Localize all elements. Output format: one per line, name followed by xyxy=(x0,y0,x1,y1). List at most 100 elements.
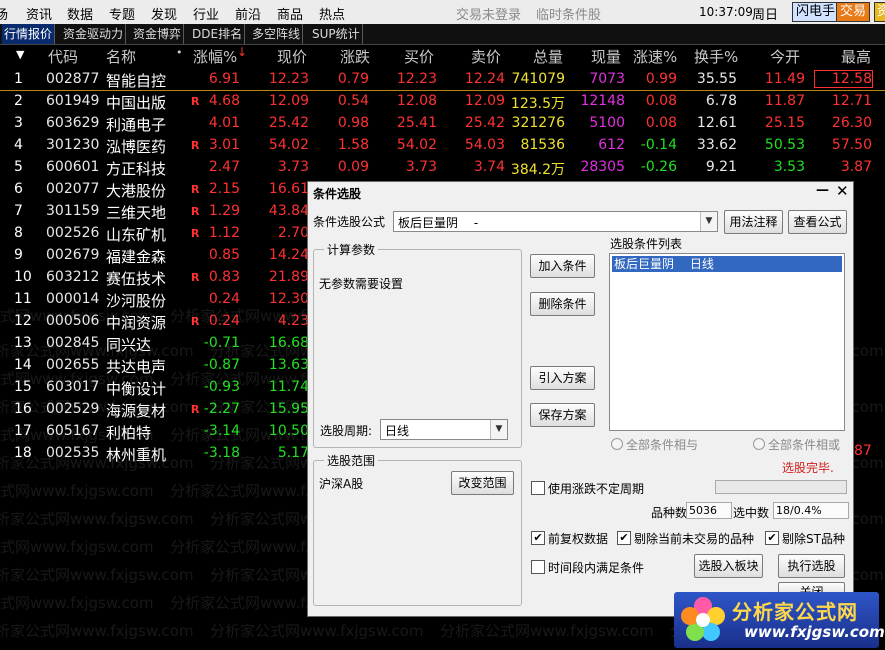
or-radio[interactable] xyxy=(753,438,765,450)
exclude-st-label[interactable]: 剔除ST品种 xyxy=(782,530,845,547)
stock-code: 002679 xyxy=(46,247,100,263)
top-menu-bar: 场 资讯 数据 专题 发现 行业 前沿 商品 热点 交易未登录 临时条件股 10… xyxy=(0,0,885,25)
chevron-down-icon[interactable]: ▼ xyxy=(700,212,717,231)
col-change[interactable]: 涨跌 xyxy=(340,46,370,67)
add-condition-button[interactable]: 加入条件 xyxy=(530,254,595,278)
col-cur-volume[interactable]: 现量 xyxy=(591,46,621,67)
stock-name: 中国出版 xyxy=(106,94,167,112)
selected-value: 18/0.4% xyxy=(773,502,849,519)
or-label[interactable]: 全部条件相或 xyxy=(768,436,840,453)
save-plan-button[interactable]: 保存方案 xyxy=(530,403,595,427)
stock-name: 方正科技 xyxy=(106,160,167,178)
delete-condition-button[interactable]: 删除条件 xyxy=(530,292,595,316)
exclude-st-checkbox[interactable]: ✔ xyxy=(765,531,779,545)
price: 21.89 xyxy=(268,269,309,285)
table-row[interactable]: 4 301230 泓博医药 R 3.01 54.02 1.58 54.02 54.03 81536… xyxy=(0,134,885,156)
menu-item-commodity[interactable]: 商品 xyxy=(277,4,303,23)
chevron-down-icon[interactable]: ▼ xyxy=(490,420,507,439)
open-price: 25.15 xyxy=(764,115,805,131)
col-ask[interactable]: 卖价 xyxy=(471,46,501,67)
menu-item-discover[interactable]: 发现 xyxy=(151,4,177,23)
price: 12.30 xyxy=(268,291,309,307)
run-selection-button[interactable]: 执行选股 xyxy=(778,554,845,578)
current-volume: 7073 xyxy=(589,71,625,87)
col-name[interactable]: 名称 xyxy=(106,46,136,67)
condition-list-label: 选股条件列表 xyxy=(610,237,683,251)
sort-triangle-icon[interactable]: ▼ xyxy=(16,48,24,61)
usage-notes-button[interactable]: 用法注释 xyxy=(724,210,783,234)
change-pct: 1.29 xyxy=(208,203,240,219)
stock-code: 600601 xyxy=(46,159,100,175)
col-bid[interactable]: 买价 xyxy=(404,46,434,67)
condition-list[interactable]: 板后巨量阴 日线 xyxy=(609,253,845,431)
temp-condition-link[interactable]: 临时条件股 xyxy=(536,4,601,23)
col-dot: • xyxy=(176,46,183,59)
interval-meet-checkbox[interactable] xyxy=(531,560,545,574)
interval-meet-label[interactable]: 时间段内满足条件 xyxy=(548,559,644,576)
ask-price: 3.74 xyxy=(473,159,505,175)
col-high[interactable]: 最高 xyxy=(841,46,871,67)
col-price[interactable]: 现价 xyxy=(277,46,307,67)
view-formula-button[interactable]: 查看公式 xyxy=(788,210,847,234)
row-index: 16 xyxy=(14,401,32,417)
restored-data-label[interactable]: 前复权数据 xyxy=(548,530,608,547)
menu-item-frontier[interactable]: 前沿 xyxy=(235,4,261,23)
tab-dde-rank[interactable]: DDE排名 xyxy=(190,24,246,44)
stock-count-label: 品种数 xyxy=(651,506,688,520)
login-status[interactable]: 交易未登录 xyxy=(456,4,521,23)
restored-data-checkbox[interactable]: ✔ xyxy=(531,531,545,545)
extra-button[interactable]: 资 xyxy=(874,2,885,22)
price: 54.02 xyxy=(268,137,309,153)
exclude-untraded-checkbox[interactable]: ✔ xyxy=(617,531,631,545)
params-text: 无参数需要设置 xyxy=(319,277,404,291)
close-icon[interactable]: ✕ xyxy=(836,182,849,200)
change-range-button[interactable]: 改变范围 xyxy=(451,471,514,495)
menu-item-fragment[interactable]: 场 xyxy=(0,4,8,23)
selected-label: 选中数 xyxy=(733,506,770,520)
menu-item-topics[interactable]: 专题 xyxy=(109,4,135,23)
exclude-untraded-label[interactable]: 剔除当前未交易的品种 xyxy=(634,530,754,547)
col-speed[interactable]: 涨速% xyxy=(633,46,677,67)
dialog-title-bar[interactable]: 条件选股 — ✕ xyxy=(308,182,853,202)
col-change-pct[interactable]: 涨幅% xyxy=(193,46,237,67)
current-volume: 612 xyxy=(598,137,625,153)
bid-price: 54.02 xyxy=(396,137,437,153)
change-pct: 4.01 xyxy=(208,115,240,131)
menu-item-data[interactable]: 数据 xyxy=(67,4,93,23)
col-open[interactable]: 今开 xyxy=(770,46,800,67)
menu-item-hotspot[interactable]: 热点 xyxy=(319,4,345,23)
add-to-board-button[interactable]: 选股入板块 xyxy=(694,554,763,578)
flash-trade-button[interactable]: 闪电手 xyxy=(792,2,840,22)
col-code[interactable]: 代码 xyxy=(48,46,78,67)
formula-combo[interactable]: 板后巨量阴 - ▼ xyxy=(393,211,718,232)
uncertain-period-label[interactable]: 使用涨跌不定周期 xyxy=(548,480,644,497)
menu-item-industry[interactable]: 行业 xyxy=(193,4,219,23)
table-row[interactable]: 2 601949 中国出版 R 4.68 12.09 0.54 12.08 12.09 123.5… xyxy=(0,90,885,112)
row-index: 14 xyxy=(14,357,32,373)
col-volume[interactable]: 总量 xyxy=(533,46,563,67)
bid-price: 25.41 xyxy=(396,115,437,131)
uncertain-period-checkbox[interactable] xyxy=(531,481,545,495)
speed-pct: 0.08 xyxy=(645,115,677,131)
table-row[interactable]: 1 002877 智能自控 6.91 12.23 0.79 12.23 12.24 741079… xyxy=(0,68,885,91)
tab-fund-drive[interactable]: 资金驱动力 xyxy=(61,24,127,44)
row-index: 5 xyxy=(14,159,23,175)
stock-code: 002845 xyxy=(46,335,100,351)
and-label[interactable]: 全部条件相与 xyxy=(626,436,698,453)
trade-button[interactable]: 交易 xyxy=(836,2,871,22)
table-row[interactable]: 3 603629 利通电子 4.01 25.42 0.98 25.41 25.42 321276… xyxy=(0,112,885,134)
import-plan-button[interactable]: 引入方案 xyxy=(530,366,595,390)
tab-sup-stats[interactable]: SUP统计 xyxy=(310,24,363,44)
current-volume: 5100 xyxy=(589,115,625,131)
tab-long-short[interactable]: 多空阵线 xyxy=(250,24,304,44)
table-row[interactable]: 5 600601 方正科技 2.47 3.73 0.09 3.73 3.74 384.2万 283… xyxy=(0,156,885,178)
condition-list-item[interactable]: 板后巨量阴 日线 xyxy=(612,256,842,272)
and-radio[interactable] xyxy=(611,438,623,450)
tab-fund-game[interactable]: 资金博弈 xyxy=(131,24,185,44)
menu-item-news[interactable]: 资讯 xyxy=(26,4,52,23)
watermark-text: 分析家公式网www.fxjgsw.com xyxy=(0,566,194,584)
minimize-icon[interactable]: — xyxy=(816,183,829,198)
col-turnover[interactable]: 换手% xyxy=(694,46,738,67)
period-combo[interactable]: 日线 ▼ xyxy=(380,419,508,440)
tab-quotes[interactable]: 行情报价 xyxy=(2,24,56,44)
